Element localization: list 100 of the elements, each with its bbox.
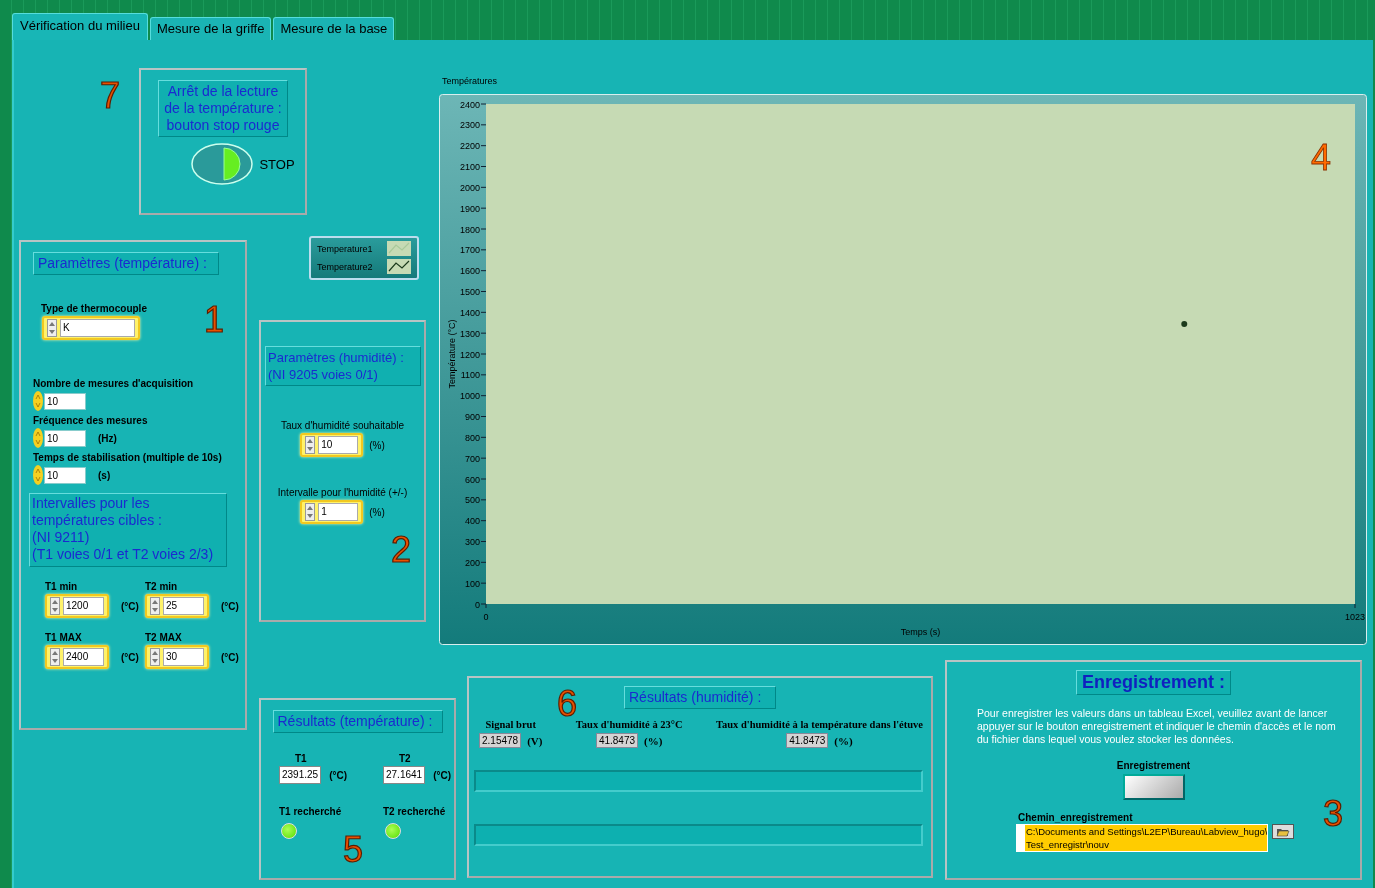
unit-label: (%): [644, 734, 663, 747]
field-label: T1 MAX: [45, 632, 83, 643]
axis-tick-label: 1000: [459, 391, 480, 402]
numeric-control[interactable]: 2400: [45, 645, 109, 669]
axis-tick-label: 900: [464, 412, 480, 422]
axis-tick-label: 1900: [459, 203, 480, 214]
panel-caption: Paramètres (humidité) : (NI 9205 voies 0/1): [265, 346, 421, 386]
browse-button[interactable]: [1272, 824, 1294, 839]
step-number: 7: [100, 78, 121, 114]
axis-tick-label: 400: [464, 516, 480, 527]
field-label: Taux d'humidité à la température dans l'étuve: [715, 719, 923, 730]
axis-tick-label: 0: [483, 612, 489, 622]
field-label: T2 MAX: [145, 632, 183, 643]
axis-tick-label: 1500: [459, 287, 480, 297]
axis-tick-label: 1700: [459, 245, 480, 256]
axis-tick-label: 1023: [1345, 612, 1365, 622]
spinner-icon[interactable]: [305, 436, 316, 454]
axis-tick-label: 600: [464, 474, 480, 485]
axis-tick-label: 1800: [459, 224, 480, 235]
axis-tick-label: 2400: [459, 99, 480, 110]
step-number: 2: [391, 532, 412, 568]
path-field[interactable]: C:\Documents and Settings\L2EP\Bureau\Labview_hugo\ Test_enregistr\nouv: [1016, 824, 1268, 852]
unit-label: (%): [369, 439, 385, 451]
field-label: Nombre de mesures d'acquisition: [33, 378, 195, 389]
field-label: Signal brut: [485, 719, 536, 730]
field-label: T1 min: [45, 581, 79, 592]
unit-label: (°C): [329, 769, 348, 781]
axis-tick-label: 1200: [459, 349, 480, 360]
unit-label: (Hz): [98, 432, 117, 444]
unit-label: (s): [98, 469, 111, 481]
button-label: STOP: [259, 156, 295, 172]
unit-label: (°C): [121, 651, 139, 663]
numeric-control[interactable]: 25: [145, 594, 209, 618]
data-point: [1181, 321, 1188, 327]
unit-label: (°C): [221, 600, 239, 612]
numeric-indicator: 27.1641: [383, 766, 426, 784]
spinner-icon[interactable]: [150, 597, 160, 615]
field-label: Enregistrement: [1116, 760, 1191, 771]
panel-caption: Paramètres (température) :: [33, 252, 219, 275]
axis-tick-label: 100: [464, 578, 480, 589]
stop-button[interactable]: [191, 143, 254, 185]
unit-label: (°C): [433, 769, 452, 781]
numeric-control[interactable]: 10: [300, 433, 364, 457]
unit-label: (V): [527, 734, 543, 747]
numeric-indicator: 41.8473: [786, 733, 829, 748]
field-label: T2: [398, 753, 412, 764]
panel-caption: Enregistrement :: [1075, 670, 1231, 695]
panel-caption: Résultats (température) :: [272, 710, 443, 733]
step-number: 3: [1323, 796, 1344, 832]
step-number: 1: [204, 302, 225, 338]
axis-tick-label: 2000: [459, 182, 480, 193]
field-label: T1: [294, 753, 308, 764]
field-label: Taux d'humidité souhaitable: [280, 420, 405, 431]
numeric-indicator: 2391.25: [279, 766, 322, 784]
field-label: T2 min: [145, 581, 179, 592]
field-label: Fréquence des mesures: [33, 415, 149, 426]
step-number: 5: [343, 832, 364, 868]
unit-label: (%): [369, 506, 385, 518]
step-number: 6: [557, 686, 578, 722]
numeric-control[interactable]: 1200: [45, 594, 109, 618]
axis-tick-label: 1100: [460, 370, 480, 381]
spinner-icon[interactable]: [50, 648, 60, 666]
axis-tick-label: 300: [464, 537, 480, 547]
field-label: Intervalle pour l'humidité (+/-): [277, 487, 408, 498]
axis-tick-label: 0: [475, 599, 480, 610]
field-label: Type de thermocouple: [41, 303, 148, 314]
spinner-icon[interactable]: [50, 597, 60, 615]
numeric-indicator: 41.8473: [595, 733, 639, 748]
axis-tick-label: 1400: [459, 307, 480, 318]
field-label: Temps de stabilisation (multiple de 10s): [33, 452, 223, 463]
legend-label: Temperature1: [317, 243, 373, 254]
step-number: 4: [1311, 137, 1332, 178]
record-toggle-button[interactable]: [1122, 774, 1185, 800]
axis-tick-label: 800: [464, 432, 480, 443]
axis-tick-label: 500: [464, 495, 480, 506]
spinner-icon[interactable]: [305, 503, 316, 521]
tab[interactable]: Vérification du milieu: [12, 13, 148, 40]
spinner-icon[interactable]: [150, 648, 160, 666]
field-label: Taux d'humidité à 23°C: [575, 719, 683, 730]
folder-icon: [1276, 826, 1290, 837]
tab[interactable]: Mesure de la base: [273, 17, 395, 40]
field-label: T1 recherché: [279, 806, 343, 817]
chart-title: Températures: [442, 76, 498, 86]
field-label: Chemin_enregistrement: [1018, 812, 1134, 823]
axis-tick-label: 200: [464, 557, 480, 568]
axis-title: Temps (s): [900, 627, 941, 637]
instructions-text: Pour enregistrer les valeurs dans un tableau Excel, veuillez avant de lancer appuyer sur le bouton enregistrement et indiquer le chemin d'accès et le nom du fichier dans lequel vous voulez stocker les données.: [977, 707, 1336, 746]
numeric-control[interactable]: 30: [145, 645, 209, 669]
field-label: T2 recherché: [383, 806, 447, 817]
axis-tick-label: 1300: [459, 328, 480, 339]
legend-label: Temperature2: [317, 261, 373, 272]
spinner-icon[interactable]: [47, 319, 57, 337]
unit-label: (°C): [121, 600, 139, 612]
axis-tick-label: 2300: [459, 120, 480, 131]
numeric-control[interactable]: 1: [300, 500, 364, 524]
ring-control[interactable]: K: [42, 316, 140, 340]
axis-tick-label: 2100: [459, 162, 480, 172]
tab[interactable]: Mesure de la griffe: [149, 17, 272, 40]
axis-tick-label: 2200: [459, 141, 480, 152]
numeric-indicator: 2.15478: [479, 733, 522, 748]
